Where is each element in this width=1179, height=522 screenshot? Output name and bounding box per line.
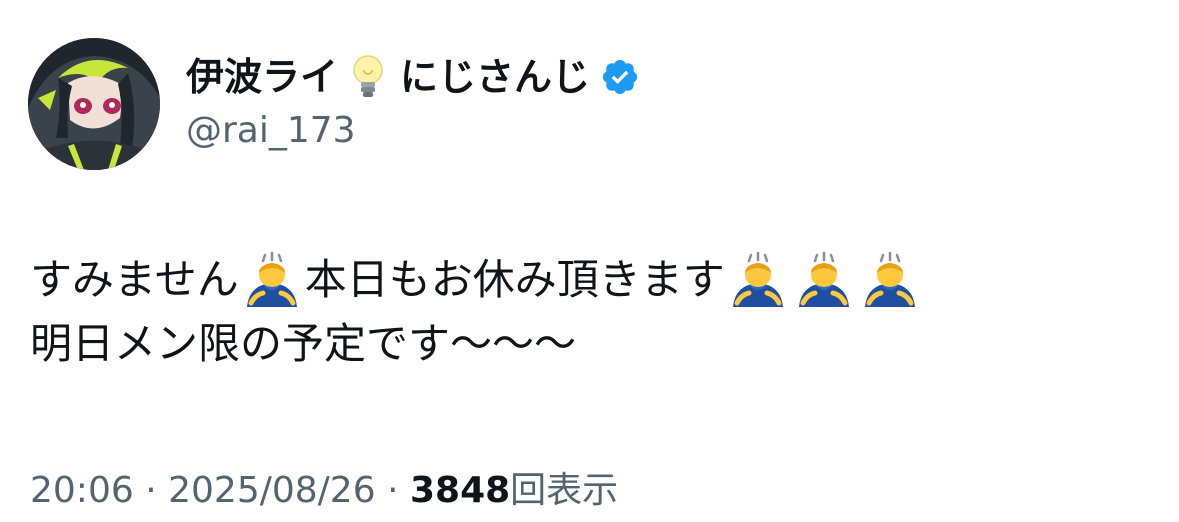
- person-bowing-icon: [793, 249, 855, 311]
- person-bowing-icon: [859, 249, 921, 311]
- person-bowing-icon: [241, 249, 303, 311]
- author-name-row[interactable]: 伊波ライ にじさんじ: [186, 52, 640, 102]
- author-handle[interactable]: @rai_173: [186, 108, 356, 154]
- views-label: 回表示: [510, 470, 619, 511]
- tweet-text-segment: 本日もお休み頂きます: [304, 255, 725, 304]
- tweet-time[interactable]: 20:06: [30, 470, 134, 511]
- meta-separator: ·: [387, 470, 399, 511]
- person-bowing-icon: [727, 249, 789, 311]
- light-bulb-icon: [350, 54, 386, 100]
- avatar-image: [28, 38, 160, 170]
- meta-separator: ·: [145, 470, 157, 511]
- views-count[interactable]: 3848: [410, 470, 510, 511]
- verified-badge-icon[interactable]: [600, 57, 640, 97]
- avatar[interactable]: [28, 38, 160, 170]
- tweet-line-1: すみません 本日もお休み頂きます: [30, 248, 923, 312]
- author-affiliation[interactable]: にじさんじ: [400, 52, 590, 102]
- tweet-line-2: 明日メン限の予定です〜〜〜: [30, 312, 923, 376]
- tweet-meta: 20:06 · 2025/08/26 · 3848回表示: [30, 468, 618, 514]
- tweet-date[interactable]: 2025/08/26: [168, 470, 376, 511]
- tweet-text-segment: すみません: [30, 255, 239, 304]
- author-display-name[interactable]: 伊波ライ: [186, 52, 338, 102]
- tweet-text-segment: 明日メン限の予定です〜〜〜: [30, 319, 577, 368]
- tweet-text: すみません 本日もお休み頂きます 明日メン限の予定です〜〜〜: [30, 248, 923, 376]
